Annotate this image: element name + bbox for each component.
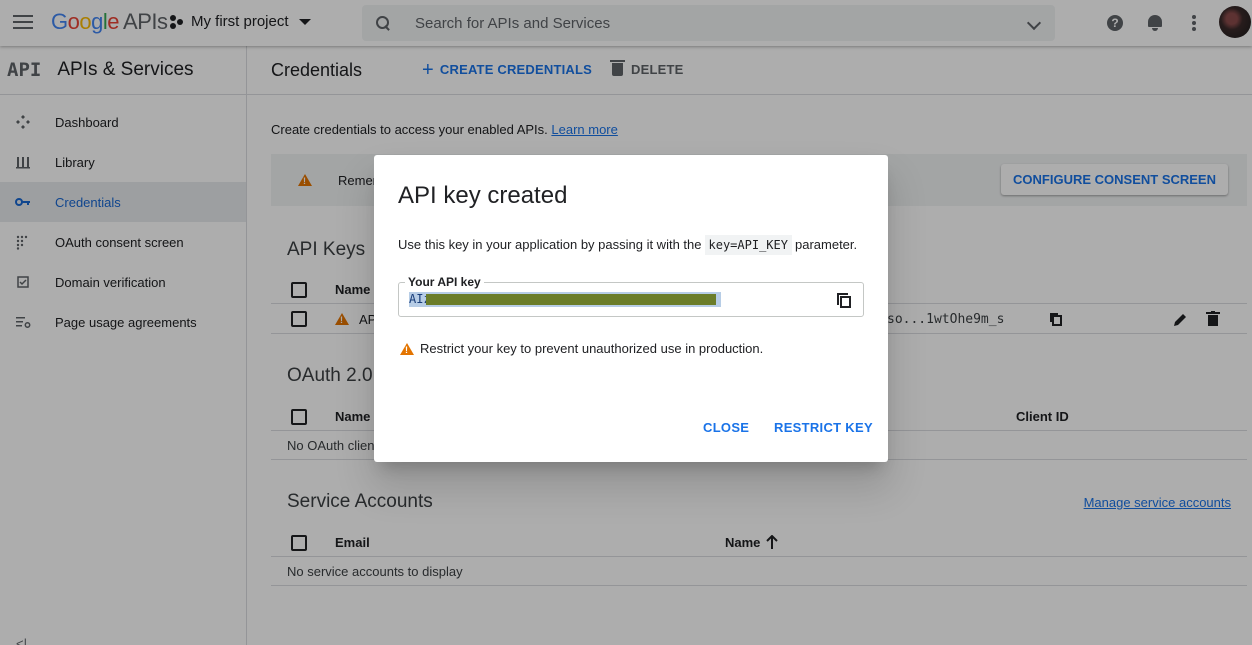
code-snippet: key=API_KEY [704,235,792,255]
warning-icon [400,342,414,355]
restrict-key-button[interactable]: RESTRICT KEY [774,420,873,435]
dialog-warning: Restrict your key to prevent unauthorize… [400,341,763,356]
dialog-warning-text: Restrict your key to prevent unauthorize… [420,341,764,356]
api-key-created-dialog: API key created Use this key in your app… [374,155,888,462]
dialog-description-text: parameter. [794,237,858,252]
redaction-mark [426,294,716,305]
dialog-title: API key created [398,182,568,209]
api-key-field[interactable]: Your API key AIz [398,275,864,317]
dialog-description: Use this key in your application by pass… [398,235,858,255]
api-key-field-label: Your API key [405,275,484,289]
close-button[interactable]: CLOSE [703,420,749,435]
dialog-description-text: Use this key in your application by pass… [398,237,702,252]
copy-icon[interactable] [837,293,851,308]
